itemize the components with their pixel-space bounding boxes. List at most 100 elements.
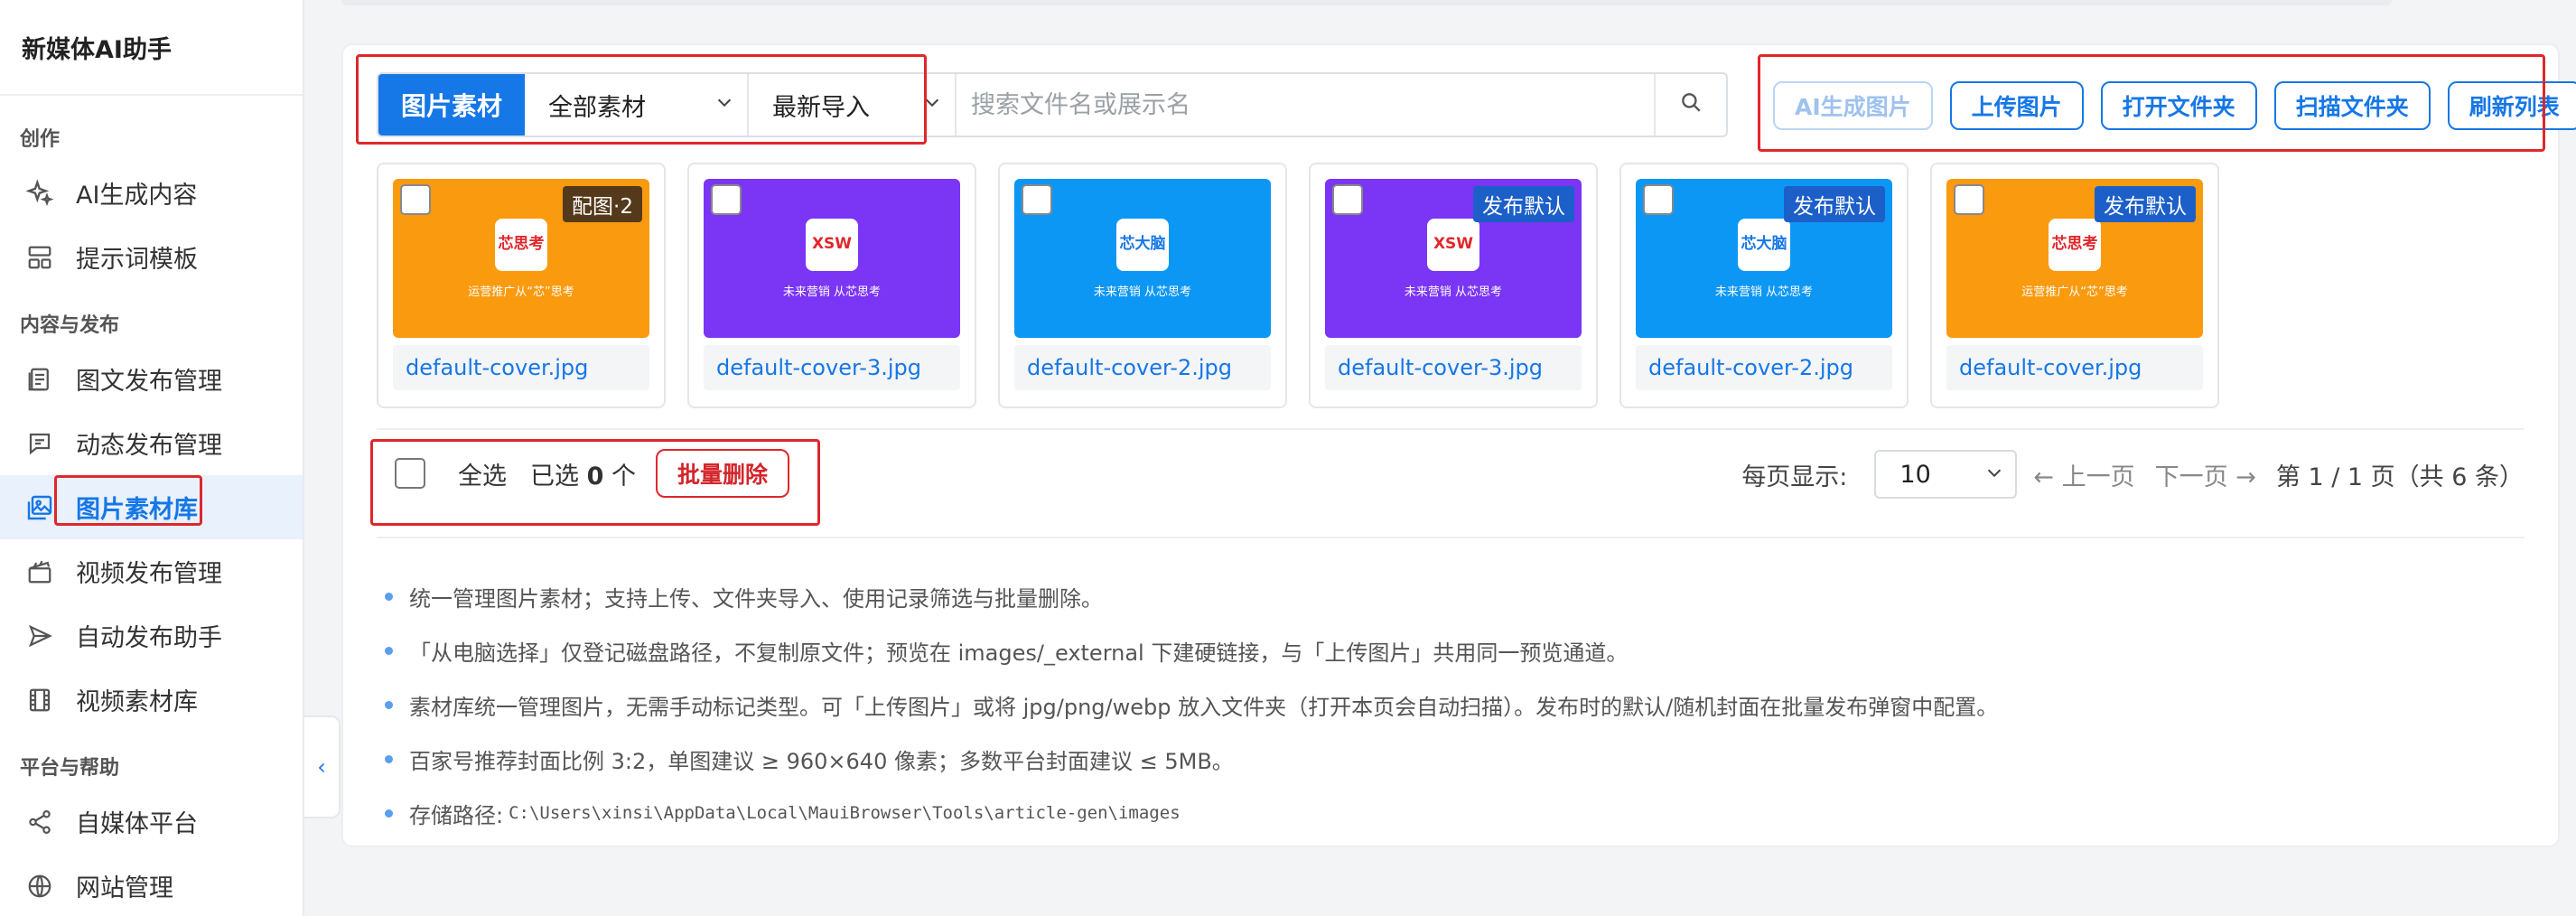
prev-page-button[interactable]: ← 上一页	[2033, 457, 2134, 492]
image-card[interactable]: XSW 未来营销 从芯思考 default-cover-3.jpg	[687, 163, 976, 408]
refresh-list-button[interactable]: 刷新列表	[2447, 81, 2576, 130]
tab-images[interactable]: 图片素材	[378, 74, 525, 136]
sort-select[interactable]: 最新导入	[749, 74, 957, 136]
sidebar-collapse-button[interactable]: ‹	[304, 715, 341, 818]
image-filename[interactable]: default-cover-3.jpg	[1325, 345, 1582, 390]
bulk-delete-button[interactable]: 批量删除	[655, 449, 789, 498]
select-all-label[interactable]: 全选	[458, 456, 507, 491]
sidebar-item-label: 提示词模板	[76, 246, 198, 274]
template-icon	[23, 241, 56, 274]
sidebar-item-image-library[interactable]: 图片素材库	[0, 475, 303, 539]
sidebar-item-video-library[interactable]: 视频素材库	[0, 668, 303, 732]
status-badge: 配图·2	[563, 186, 642, 222]
image-filename[interactable]: default-cover.jpg	[1946, 345, 2203, 390]
search-icon	[1679, 90, 1703, 120]
category-select[interactable]: 全部素材	[525, 74, 749, 136]
select-all-checkbox[interactable]	[395, 458, 425, 489]
image-filename[interactable]: default-cover-3.jpg	[704, 345, 960, 390]
pagination: 每页显示: 10 ← 上一页 下一页 → 第 1 / 1 页（共 6 条）	[1741, 450, 2524, 499]
upload-image-button[interactable]: 上传图片	[1949, 81, 2084, 130]
brand-logo: 芯思考	[2049, 218, 2101, 271]
note-item: 百家号推荐封面比例 3:2，单图建议 ≥ 960×640 像素；多数平台封面建议…	[377, 732, 1998, 786]
bulk-actions-bar: 全选 已选 0 个 批量删除	[377, 434, 789, 513]
select-checkbox[interactable]	[1954, 184, 1984, 215]
image-filename[interactable]: default-cover-2.jpg	[1636, 345, 1892, 390]
sidebar-item-ai-content[interactable]: AI生成内容	[0, 161, 303, 225]
storage-path: C:\Users\xinsi\AppData\Local\MauiBrowser…	[509, 803, 1181, 823]
status-badge: 发布默认	[1784, 186, 1885, 222]
chevron-down-icon	[714, 92, 734, 117]
brand-logo: XSW	[806, 218, 858, 271]
sidebar-item-site-management[interactable]: 网站管理	[0, 854, 303, 916]
image-filename[interactable]: default-cover.jpg	[393, 345, 649, 390]
search-button[interactable]	[1654, 74, 1726, 136]
select-checkbox[interactable]	[711, 184, 742, 215]
help-notes: 统一管理图片素材；支持上传、文件夹导入、使用记录筛选与批量删除。 「从电脑选择」…	[377, 569, 1998, 840]
sidebar-item-label: 视频发布管理	[76, 560, 222, 588]
image-card[interactable]: 配图·2 芯思考 运营推广从“芯”思考 default-cover.jpg	[377, 163, 666, 408]
select-checkbox[interactable]	[1332, 184, 1363, 215]
image-tagline: 未来营销 从芯思考	[782, 285, 882, 299]
sidebar-item-label: 图片素材库	[76, 496, 198, 524]
search-input[interactable]	[957, 74, 1654, 136]
status-badge: 发布默认	[1473, 186, 1574, 222]
image-tagline: 未来营销 从芯思考	[1404, 285, 1503, 299]
action-buttons: AI生成图片 上传图片 打开文件夹 扫描文件夹 刷新列表	[1773, 81, 2576, 130]
brand-logo: 芯大脑	[1738, 218, 1790, 271]
storage-path-row: 存储路径: C:\Users\xinsi\AppData\Local\MauiBr…	[377, 786, 1998, 840]
image-grid: 配图·2 芯思考 运营推广从“芯”思考 default-cover.jpg XS…	[377, 163, 2219, 408]
document-icon	[23, 363, 56, 396]
sidebar-item-prompt-templates[interactable]: 提示词模板	[0, 225, 303, 289]
image-preview: 发布默认 XSW 未来营销 从芯思考	[1325, 179, 1582, 338]
selected-count: 已选 0 个	[530, 462, 636, 491]
sidebar-item-article-publish[interactable]: 图文发布管理	[0, 347, 303, 411]
ai-generate-image-button[interactable]: AI生成图片	[1773, 81, 1933, 130]
image-preview: 发布默认 芯大脑 未来营销 从芯思考	[1636, 179, 1892, 338]
image-card[interactable]: 发布默认 XSW 未来营销 从芯思考 default-cover-3.jpg	[1309, 163, 1598, 408]
sparkle-icon	[23, 177, 56, 210]
image-card[interactable]: 芯大脑 未来营销 从芯思考 default-cover-2.jpg	[998, 163, 1287, 408]
select-checkbox[interactable]	[400, 184, 431, 215]
image-filename[interactable]: default-cover-2.jpg	[1014, 345, 1271, 390]
image-card[interactable]: 发布默认 芯大脑 未来营销 从芯思考 default-cover-2.jpg	[1619, 163, 1909, 408]
per-page-value: 10	[1899, 460, 1931, 489]
select-checkbox[interactable]	[1022, 184, 1052, 215]
note-item: 统一管理图片素材；支持上传、文件夹导入、使用记录筛选与批量删除。	[377, 569, 1998, 623]
sidebar-item-label: 自动发布助手	[76, 624, 222, 652]
open-folder-button[interactable]: 打开文件夹	[2100, 81, 2257, 130]
image-preview: 发布默认 芯思考 运营推广从“芯”思考	[1946, 179, 2203, 338]
image-tagline: 运营推广从“芯”思考	[468, 285, 574, 299]
select-checkbox[interactable]	[1643, 184, 1674, 215]
category-select-value: 全部素材	[548, 93, 646, 122]
section-create: 创作	[20, 128, 61, 151]
sidebar-item-label: 自媒体平台	[76, 810, 198, 838]
sidebar-item-media-platform[interactable]: 自媒体平台	[0, 790, 303, 854]
status-badge: 发布默认	[2095, 186, 2196, 222]
sidebar-item-label: 网站管理	[76, 874, 173, 902]
brand-logo: 芯大脑	[1116, 218, 1169, 271]
section-content: 内容与发布	[20, 314, 120, 337]
message-icon	[23, 427, 56, 460]
sidebar-item-auto-publish[interactable]: 自动发布助手	[0, 603, 303, 668]
note-item: 「从电脑选择」仅登记磁盘路径，不复制原文件；预览在 images/_extern…	[377, 623, 1998, 678]
image-preview: 芯大脑 未来营销 从芯思考	[1014, 179, 1271, 338]
scan-folder-button[interactable]: 扫描文件夹	[2273, 81, 2431, 130]
image-tagline: 运营推广从“芯”思考	[2021, 285, 2128, 299]
image-preview: 配图·2 芯思考 运营推广从“芯”思考	[393, 179, 649, 338]
image-library-icon	[23, 491, 56, 524]
note-item: 素材库统一管理图片，无需手动标记类型。可「上传图片」或将 jpg/png/web…	[377, 678, 1998, 732]
share-icon	[23, 806, 56, 838]
sidebar-item-label: AI生成内容	[76, 182, 198, 210]
next-page-button[interactable]: 下一页 →	[2155, 457, 2256, 492]
brand-logo: 芯思考	[495, 218, 547, 271]
sidebar-item-video-publish[interactable]: 视频发布管理	[0, 539, 303, 603]
sidebar-item-dynamic-publish[interactable]: 动态发布管理	[0, 411, 303, 475]
sidebar-item-label: 动态发布管理	[76, 432, 222, 460]
image-card[interactable]: 发布默认 芯思考 运营推广从“芯”思考 default-cover.jpg	[1930, 163, 2219, 408]
top-scroll-track	[341, 0, 2392, 5]
image-library-panel: 图片素材 全部素材 最新导入 AI生成图片 上传图片 打开文件夹 扫描文件夹 刷…	[341, 43, 2576, 847]
sidebar: 新媒体AI助手 创作 AI生成内容 提示词模板 内容与发布 图文发布管理 动态发…	[0, 0, 304, 916]
chevron-down-icon	[1984, 461, 2004, 489]
per-page-select[interactable]: 10	[1874, 450, 2018, 499]
image-preview: XSW 未来营销 从芯思考	[704, 179, 960, 338]
